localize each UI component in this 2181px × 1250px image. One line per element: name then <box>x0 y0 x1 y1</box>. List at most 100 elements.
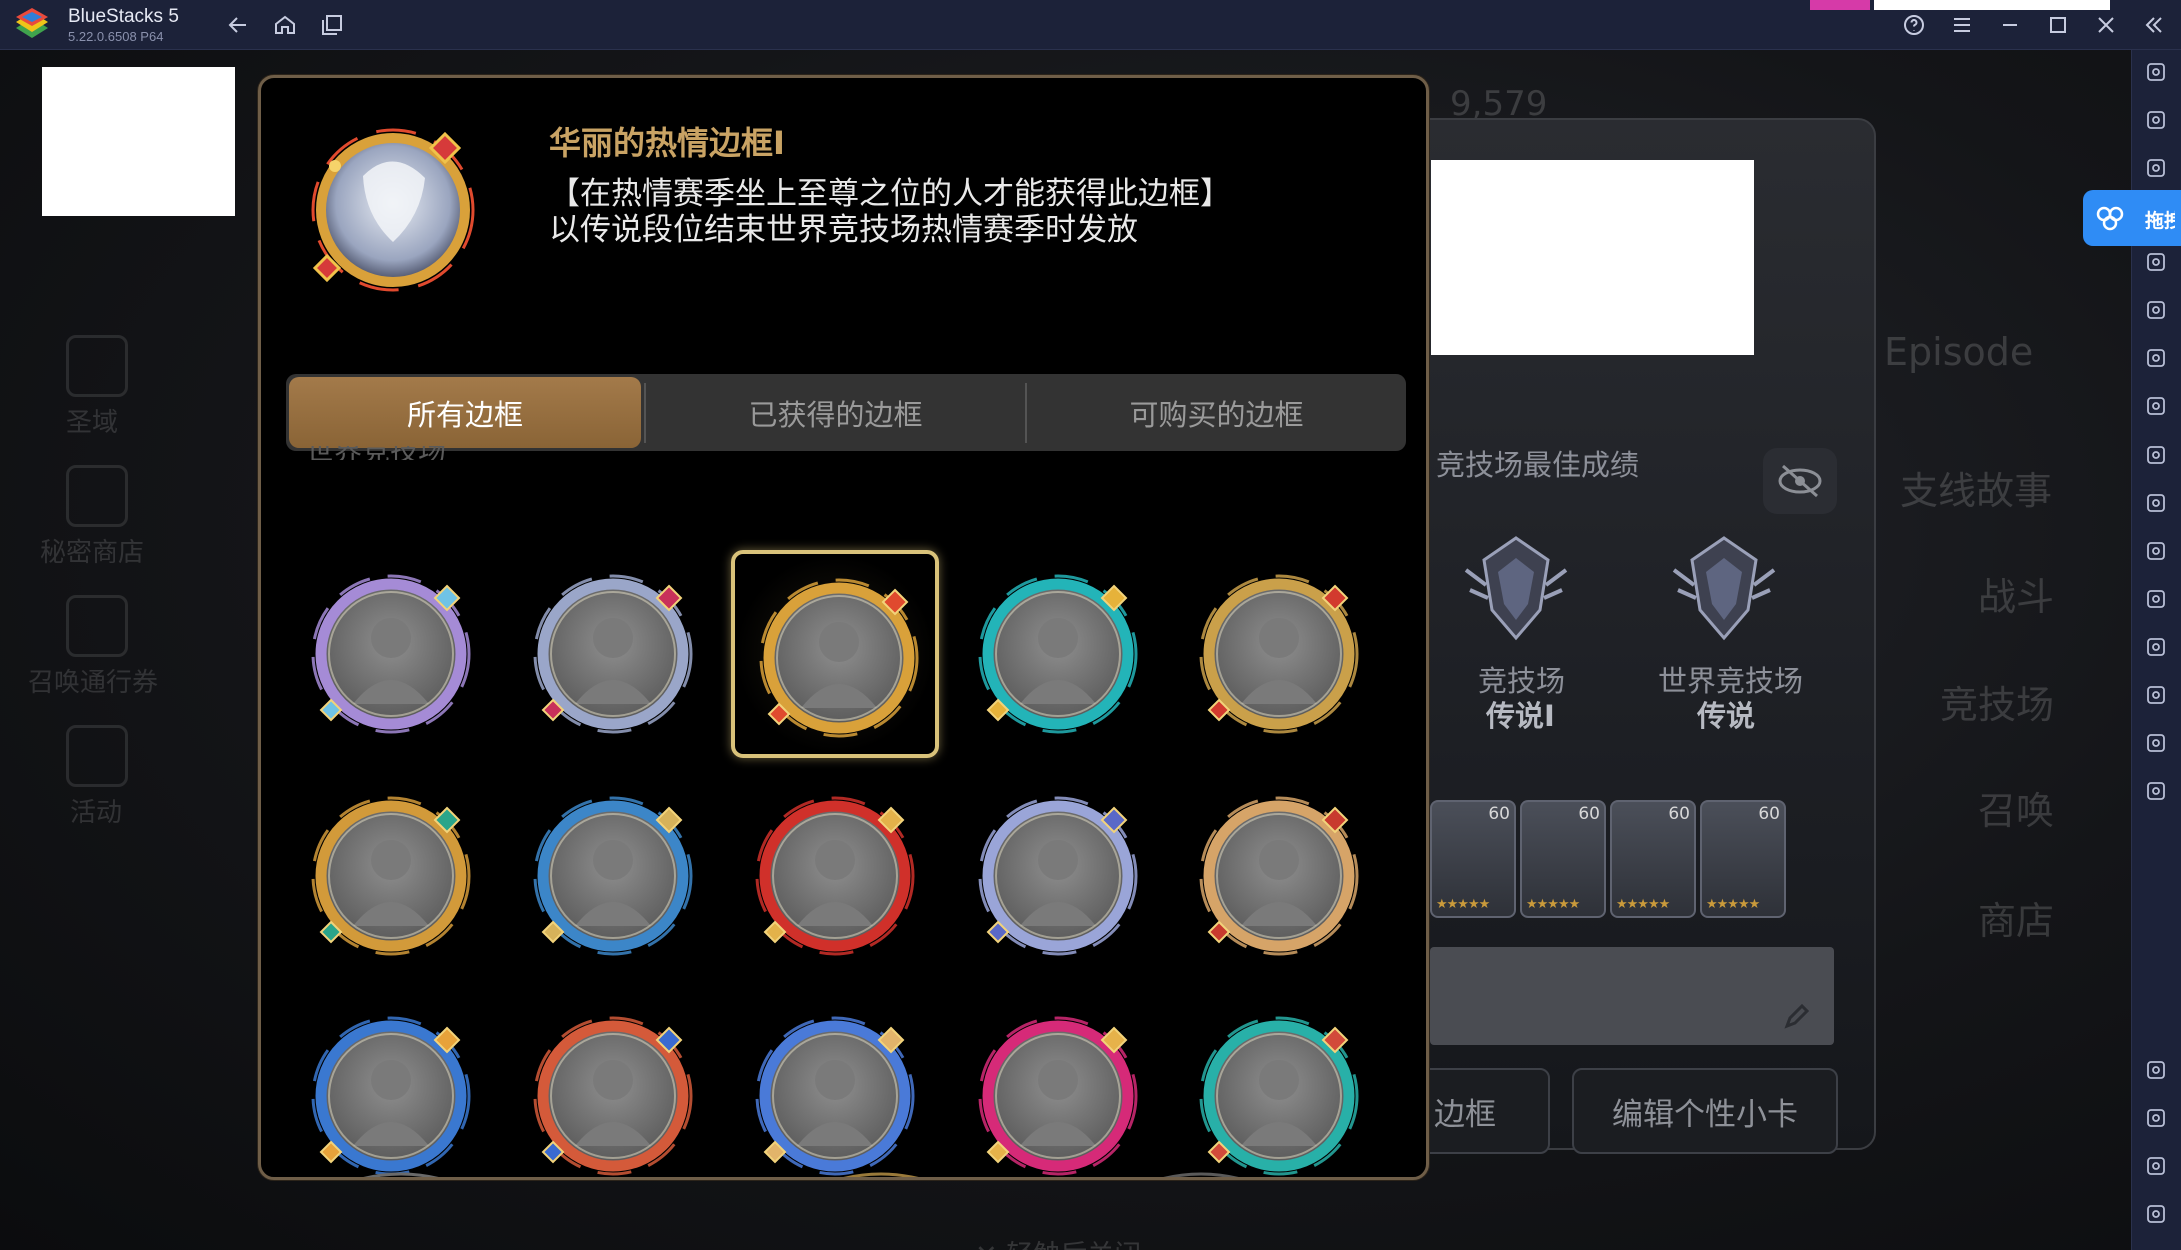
partial-frame-peek <box>1163 1172 1239 1177</box>
close-window-icon[interactable] <box>2092 11 2120 39</box>
frame-grid <box>281 480 1416 1177</box>
episode-label: Episode <box>1884 330 2034 374</box>
event-icon[interactable] <box>66 725 128 787</box>
secret-shop-icon[interactable] <box>66 465 128 527</box>
redacted-block <box>42 67 235 216</box>
tap-to-close-hint[interactable]: ✕ 轻触后关闭 <box>975 1233 1141 1250</box>
bg-left-menu-item[interactable]: 召唤通行券 <box>28 662 158 699</box>
tab-purchasable-frames[interactable]: 可购买的边框 <box>1027 374 1406 451</box>
back-icon[interactable] <box>2144 1106 2168 1130</box>
tab-owned-frames[interactable]: 已获得的边框 <box>646 374 1025 451</box>
frame-title: 华丽的热情边框I <box>549 124 785 162</box>
window-label-tab <box>1874 0 2110 10</box>
copy-icon[interactable] <box>2144 635 2168 659</box>
frame-select-modal: 华丽的热情边框I 【在热情赛季坐上至尊之位的人才能获得此边框】 以传说段位结束世… <box>258 75 1429 1180</box>
frame-description-line: 【在热情赛季坐上至尊之位的人才能获得此边框】 <box>549 176 1231 212</box>
sync-icon[interactable] <box>2144 779 2168 803</box>
bg-left-menu-item[interactable]: 圣域 <box>66 402 118 439</box>
eye-off-icon <box>1778 464 1822 498</box>
bg-left-menu-item[interactable]: 秘密商店 <box>40 532 144 569</box>
screenshot-icon[interactable] <box>2144 443 2168 467</box>
frame-option-frame-teal-vine[interactable] <box>1175 992 1383 1177</box>
frame-option-frame-silver-blue[interactable] <box>954 772 1162 980</box>
gallery-icon[interactable] <box>2144 539 2168 563</box>
multi-instance-icon[interactable] <box>318 11 346 39</box>
frame-description: 【在热情赛季坐上至尊之位的人才能获得此边框】 以传说段位结束世界竞技场热情赛季时… <box>549 176 1231 248</box>
hero-card[interactable]: 60 ★★★★★ <box>1700 800 1786 918</box>
frame-option-frame-blue-silver[interactable] <box>731 992 939 1177</box>
drag-floating-button[interactable]: 拖拽 <box>2083 190 2181 246</box>
avatar-frame-icon <box>978 1016 1138 1176</box>
bg-right-menu-item[interactable]: 战斗 <box>1978 566 2054 621</box>
avatar-frame-icon <box>755 796 915 956</box>
eraser-icon[interactable] <box>2144 683 2168 707</box>
rotate-icon[interactable] <box>2144 298 2168 322</box>
bg-left-menu-item[interactable]: 活动 <box>70 792 122 829</box>
bg-right-menu-item[interactable]: 支线故事 <box>1900 460 2052 515</box>
frame-option-frame-gold-passion[interactable] <box>731 550 939 758</box>
multi-circle-icon <box>2096 206 2124 231</box>
frame-option-frame-gold-knot[interactable] <box>287 772 495 980</box>
frame-option-frame-blue-tech[interactable] <box>287 992 495 1177</box>
airplane-icon[interactable] <box>2144 587 2168 611</box>
hide-toggle-button[interactable] <box>1763 448 1837 514</box>
home-icon[interactable] <box>271 11 299 39</box>
avatar-frame-icon <box>978 574 1138 734</box>
edit-pencil-icon <box>1784 1003 1810 1029</box>
partial-frame-peek <box>843 1172 919 1177</box>
hero-card[interactable]: 60 ★★★★★ <box>1430 800 1516 918</box>
layers-icon[interactable] <box>2144 731 2168 755</box>
sanctuary-icon[interactable] <box>66 335 128 397</box>
avatar-frame-icon <box>311 1016 471 1176</box>
replay-icon[interactable] <box>2144 250 2168 274</box>
collapse-sidebar-icon[interactable] <box>2140 11 2168 39</box>
star-rating-icon: ★★★★★ <box>1616 897 1670 912</box>
frame-option-frame-red-gold[interactable] <box>509 992 717 1177</box>
tab-all-frames[interactable]: 所有边框 <box>289 377 641 448</box>
frame-option-frame-red-flame[interactable] <box>731 772 939 980</box>
frame-filter-tabs: 所有边框 已获得的边框 可购买的边框 <box>286 374 1406 451</box>
frame-option-frame-blue-wave[interactable] <box>509 772 717 980</box>
avatar-frame-icon <box>1199 1016 1359 1176</box>
volume-icon[interactable] <box>2144 108 2168 132</box>
frame-option-frame-teal-jewel[interactable] <box>954 550 1162 758</box>
menu-icon[interactable] <box>1948 11 1976 39</box>
home-nav-icon[interactable] <box>2144 1154 2168 1178</box>
avatar-frame-icon <box>311 574 471 734</box>
frame-option-frame-gold-spike[interactable] <box>1175 550 1383 758</box>
settings-icon[interactable] <box>2144 1058 2168 1082</box>
help-icon[interactable] <box>1900 11 1928 39</box>
video-icon[interactable] <box>2144 156 2168 180</box>
frame-option-frame-bronze-ornate[interactable] <box>1175 772 1383 980</box>
maximize-icon[interactable] <box>2044 11 2072 39</box>
pink-indicator-tab <box>1810 0 1870 10</box>
bg-right-menu-item[interactable]: 商店 <box>1978 890 2054 945</box>
bg-right-menu-item[interactable]: 召唤 <box>1978 780 2054 835</box>
frame-option-frame-magenta-thorn[interactable] <box>954 992 1162 1177</box>
frame-option-frame-purple-crystal[interactable] <box>287 550 495 758</box>
bg-right-menu-item[interactable]: 竞技场 <box>1940 674 2054 729</box>
arena-best-label: 竞技场最佳成绩 <box>1436 448 1640 482</box>
crop-icon[interactable] <box>2144 491 2168 515</box>
avatar-frame-icon <box>978 796 1138 956</box>
minimize-icon[interactable] <box>1996 11 2024 39</box>
hero-card[interactable]: 60 ★★★★★ <box>1610 800 1696 918</box>
edit-card-button[interactable]: 编辑个性小卡 <box>1572 1068 1838 1154</box>
fullscreen-icon[interactable] <box>2144 60 2168 84</box>
intro-text-field[interactable] <box>1430 947 1834 1045</box>
rank2-tier: 传说 <box>1697 699 1756 733</box>
world-arena-rank-emblem-icon <box>1672 536 1776 641</box>
recent-apps-icon[interactable] <box>2144 1202 2168 1226</box>
avatar-frame-icon <box>1199 574 1359 734</box>
frame-option-frame-silver-wing[interactable] <box>509 550 717 758</box>
avatar-frame-icon <box>759 578 919 738</box>
avatar-frame-icon <box>311 796 471 956</box>
rank1-tier: 传说I <box>1486 699 1555 733</box>
back-arrow-icon[interactable] <box>224 11 252 39</box>
build-icon[interactable] <box>2144 346 2168 370</box>
hero-lineup: 60 ★★★★★ 60 ★★★★★ 60 ★★★★★ 60 ★★★★★ <box>1430 800 1840 930</box>
frame-description-line: 以传说段位结束世界竞技场热情赛季时发放 <box>549 212 1138 248</box>
hero-card[interactable]: 60 ★★★★★ <box>1520 800 1606 918</box>
apk-icon[interactable] <box>2144 394 2168 418</box>
summon-pass-icon[interactable] <box>66 595 128 657</box>
